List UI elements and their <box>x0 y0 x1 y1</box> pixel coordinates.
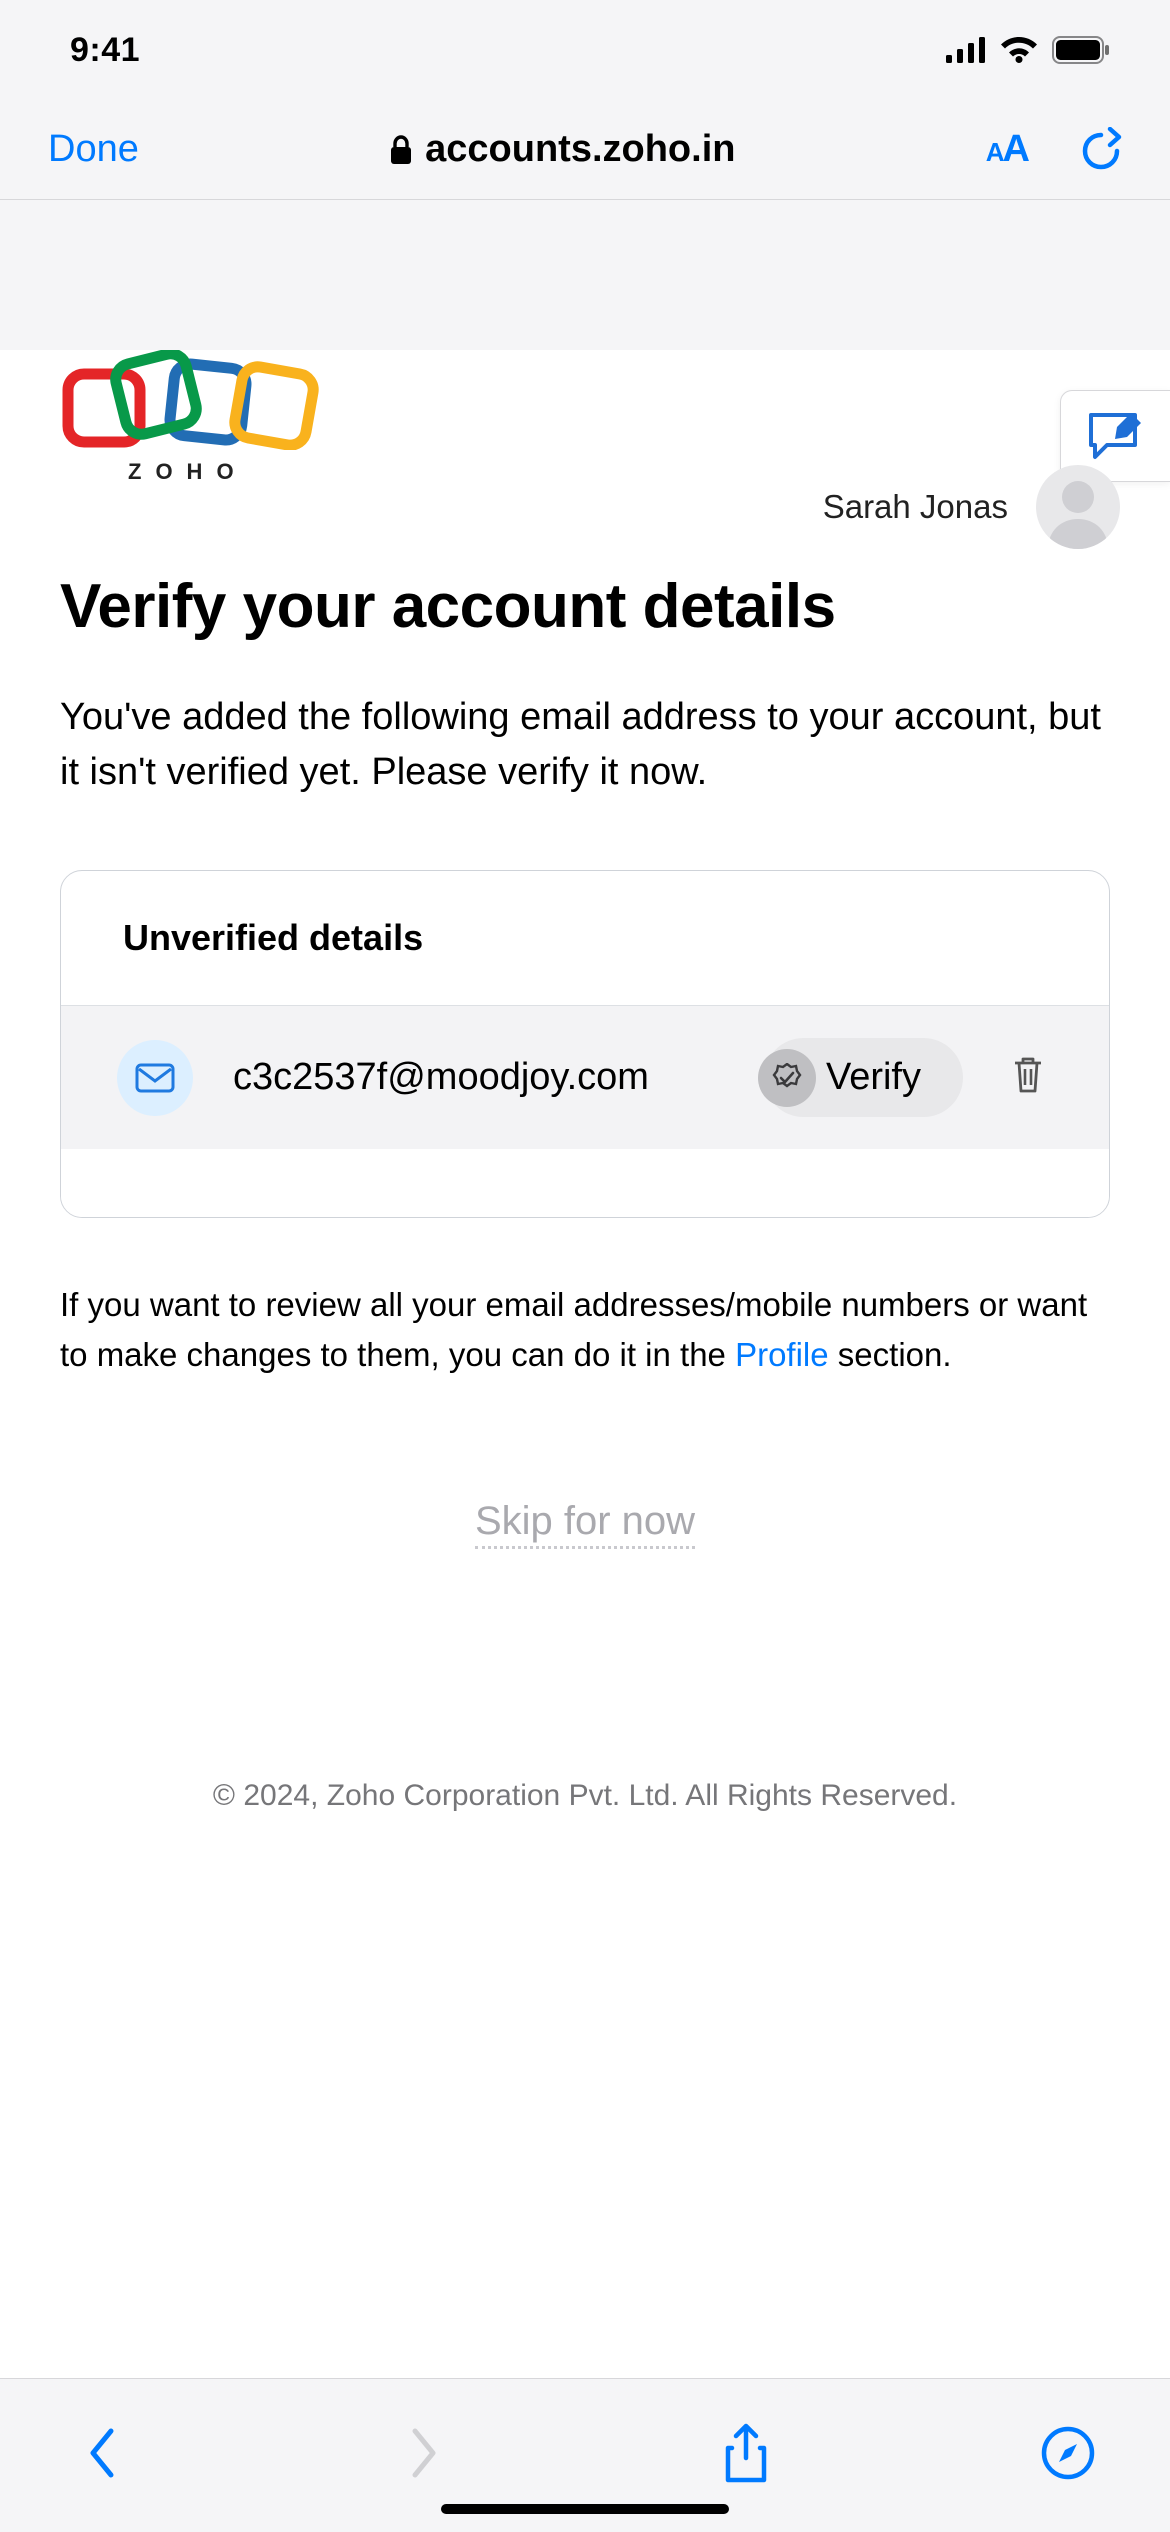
verify-button[interactable]: Verify <box>764 1038 963 1117</box>
zoho-logo: ZOHO <box>60 350 340 485</box>
wifi-icon <box>1000 36 1038 64</box>
card-title: Unverified details <box>123 917 423 958</box>
trash-icon <box>1011 1055 1045 1095</box>
feedback-icon <box>1085 409 1147 463</box>
profile-link[interactable]: Profile <box>735 1336 829 1373</box>
chevron-right-icon <box>407 2425 441 2481</box>
user-account[interactable]: Sarah Jonas <box>823 465 1120 549</box>
copyright: © 2024, Zoho Corporation Pvt. Ltd. All R… <box>60 1779 1110 1813</box>
url-text: accounts.zoho.in <box>425 128 735 171</box>
avatar-placeholder-icon <box>1036 465 1120 549</box>
address-bar[interactable]: accounts.zoho.in <box>389 128 735 171</box>
cellular-icon <box>946 37 986 63</box>
skip-for-now-link[interactable]: Skip for now <box>475 1499 695 1549</box>
delete-button[interactable] <box>1003 1047 1053 1108</box>
share-icon <box>722 2422 770 2484</box>
web-content: Sarah Jonas ZOHO Verify your account det… <box>0 350 1170 2378</box>
text-size-button[interactable]: AA <box>986 128 1030 171</box>
unverified-details-card: Unverified details c3c2537f@moodjoy.com … <box>60 870 1110 1218</box>
battery-icon <box>1052 36 1110 64</box>
verify-label: Verify <box>826 1056 921 1099</box>
ios-status-bar: 9:41 <box>0 0 1170 100</box>
review-text-post: section. <box>829 1336 952 1373</box>
card-header: Unverified details <box>61 871 1109 1005</box>
reload-button[interactable] <box>1080 127 1122 173</box>
avatar <box>1036 465 1120 549</box>
review-text: If you want to review all your email add… <box>60 1280 1110 1379</box>
back-button[interactable] <box>62 2413 142 2493</box>
zoho-logo-text: ZOHO <box>128 459 340 485</box>
done-button[interactable]: Done <box>48 128 139 171</box>
aa-large: A <box>1003 128 1030 171</box>
mail-icon <box>135 1063 175 1093</box>
home-indicator <box>441 2504 729 2514</box>
status-indicators <box>946 36 1110 64</box>
chevron-left-icon <box>85 2425 119 2481</box>
compass-icon <box>1041 2426 1095 2480</box>
forward-button <box>384 2413 464 2493</box>
page-subtitle: You've added the following email address… <box>60 690 1110 800</box>
mail-badge <box>117 1040 193 1116</box>
email-address: c3c2537f@moodjoy.com <box>233 1053 724 1102</box>
card-footer <box>61 1149 1109 1217</box>
safari-top-bar: Done accounts.zoho.in AA <box>0 100 1170 200</box>
user-name: Sarah Jonas <box>823 488 1008 526</box>
lock-icon <box>389 135 413 165</box>
unverified-email-row: c3c2537f@moodjoy.com Verify <box>61 1005 1109 1149</box>
share-button[interactable] <box>706 2413 786 2493</box>
status-time: 9:41 <box>70 31 140 70</box>
verify-badge-icon <box>758 1049 816 1107</box>
open-in-safari-button[interactable] <box>1028 2413 1108 2493</box>
reload-icon <box>1080 127 1122 173</box>
page-title: Verify your account details <box>60 571 1110 642</box>
zoho-logo-squares-icon <box>60 350 340 450</box>
